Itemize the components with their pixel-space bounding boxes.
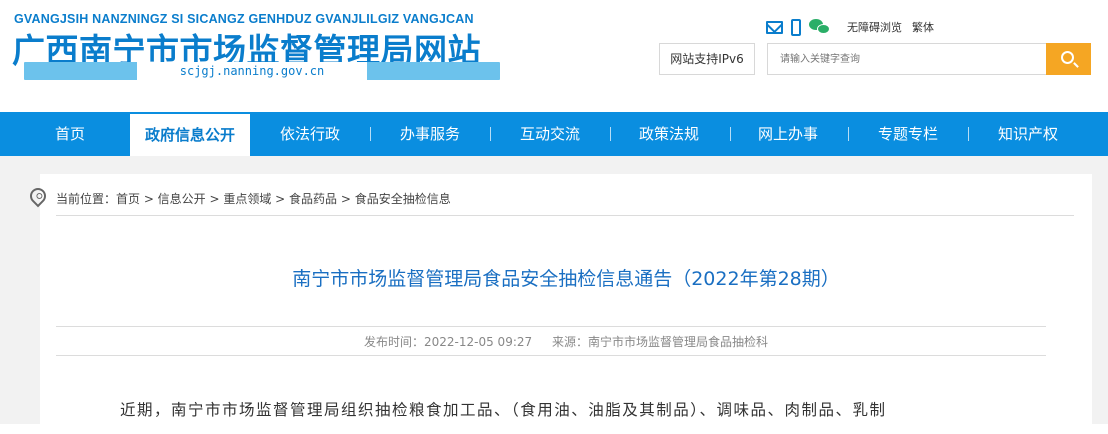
location-pin-icon: [26, 184, 50, 208]
site-header: GVANGJSIH NANZNINGZ SI SICANGZ GENHDUZ G…: [0, 0, 1108, 112]
publish-time: 发布时间：2022-12-05 09:27: [364, 335, 533, 349]
nav-item-interaction[interactable]: 互动交流: [502, 112, 598, 156]
nav-item-online[interactable]: 网上办事: [740, 112, 836, 156]
nav-separator: [730, 127, 731, 141]
nav-item-ip[interactable]: 知识产权: [980, 112, 1076, 156]
title-divider-bottom: [56, 355, 1046, 356]
accessibility-link[interactable]: 无障碍浏览: [847, 19, 902, 35]
nav-separator: [968, 127, 969, 141]
breadcrumb-divider: [56, 215, 1074, 216]
search-input[interactable]: [767, 43, 1047, 75]
ipv6-badge: 网站支持IPv6: [659, 43, 755, 75]
article-title: 南宁市市场监督管理局食品安全抽检信息通告（2022年第28期）: [292, 268, 840, 290]
logo-domain: scjgj.nanning.gov.cn: [137, 62, 367, 80]
search-icon: [1061, 51, 1074, 64]
site-logo[interactable]: GVANGJSIH NANZNINGZ SI SICANGZ GENHDUZ G…: [12, 10, 502, 90]
main-nav: 首页 政府信息公开 依法行政 办事服务 互动交流 政策法规 网上办事 专题专栏 …: [0, 112, 1108, 156]
article-meta: 发布时间：2022-12-05 09:27 来源：南宁市市场监督管理局食品抽检科: [40, 333, 1092, 350]
nav-item-policy[interactable]: 政策法规: [621, 112, 717, 156]
nav-item-service[interactable]: 办事服务: [382, 112, 478, 156]
nav-item-topics[interactable]: 专题专栏: [860, 112, 956, 156]
nav-item-gov-info[interactable]: 政府信息公开: [130, 114, 250, 156]
search-button[interactable]: [1046, 43, 1091, 75]
article-source: 来源：南宁市市场监督管理局食品抽检科: [551, 335, 768, 349]
nav-separator: [848, 127, 849, 141]
breadcrumb: 当前位置：首页 > 信息公开 > 重点领域 > 食品药品 > 食品安全抽检信息: [26, 184, 1074, 216]
top-utility-bar: 无障碍浏览 繁体: [766, 18, 934, 36]
breadcrumb-text[interactable]: 当前位置：首页 > 信息公开 > 重点领域 > 食品药品 > 食品安全抽检信息: [56, 190, 451, 207]
phone-icon[interactable]: [791, 18, 801, 36]
mail-icon[interactable]: [766, 20, 783, 34]
nav-separator: [370, 127, 371, 141]
title-divider-top: [56, 326, 1046, 327]
wechat-icon[interactable]: [809, 19, 831, 35]
nav-item-law[interactable]: 依法行政: [262, 112, 358, 156]
nav-item-home[interactable]: 首页: [30, 112, 110, 156]
nav-separator: [490, 127, 491, 141]
article-body: 近期，南宁市市场监督管理局组织抽检粮食加工品、（食用油、油脂及其制品）、调味品、…: [120, 401, 887, 419]
nav-separator: [610, 127, 611, 141]
traditional-chinese-link[interactable]: 繁体: [912, 19, 934, 35]
